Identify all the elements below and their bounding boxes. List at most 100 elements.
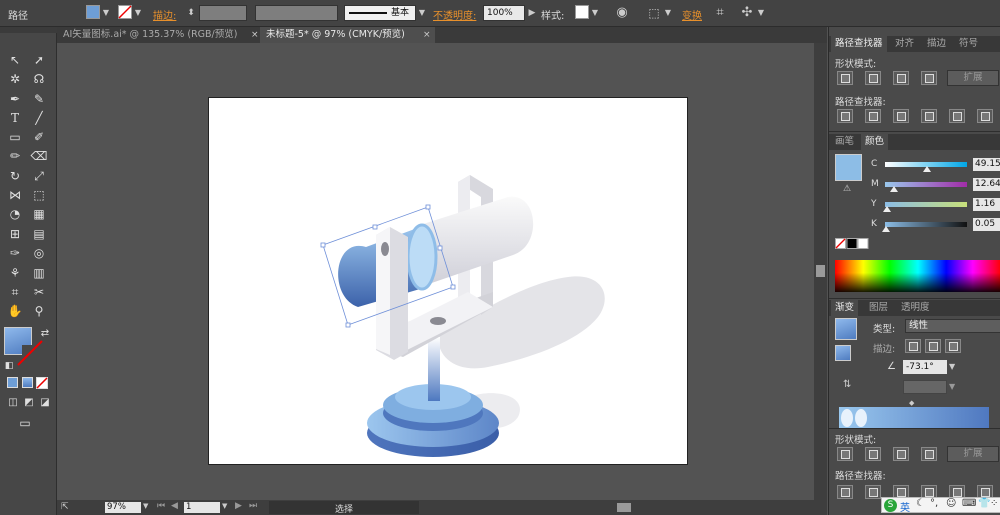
ime-emoji-icon[interactable]: ☺ bbox=[946, 498, 956, 509]
align-icon[interactable]: ⬚ bbox=[646, 5, 662, 21]
lower-expand-button[interactable]: 扩展 bbox=[947, 446, 999, 462]
opacity-arrow-icon[interactable]: ▶ bbox=[527, 5, 537, 21]
ime-language-label[interactable]: 英 bbox=[900, 499, 910, 514]
lower-intersect-button[interactable] bbox=[893, 447, 909, 461]
aspect-ratio-field[interactable] bbox=[903, 380, 947, 394]
zoom-dropdown-icon[interactable]: ▼ bbox=[143, 502, 148, 510]
trim-button[interactable] bbox=[865, 109, 881, 123]
stroke-style-field[interactable]: 基本 bbox=[344, 5, 416, 21]
stroke-link[interactable]: 描边: bbox=[153, 7, 176, 22]
mesh-tool-icon[interactable]: ⊞ bbox=[6, 225, 24, 243]
lower-divide-button[interactable] bbox=[837, 485, 853, 499]
lasso-tool-icon[interactable]: ☊ bbox=[30, 70, 48, 88]
lower-minus-front-button[interactable] bbox=[865, 447, 881, 461]
stroke-dropdown-icon[interactable]: ▼ bbox=[133, 5, 143, 21]
tab-color[interactable]: 颜色 bbox=[861, 134, 889, 150]
transform-link[interactable]: 变换 bbox=[682, 7, 702, 22]
magic-wand-tool-icon[interactable]: ✲ bbox=[6, 70, 24, 88]
direct-selection-tool-icon[interactable]: ➚ bbox=[30, 51, 48, 69]
lower-exclude-button[interactable] bbox=[921, 447, 937, 461]
line-tool-icon[interactable]: ╱ bbox=[30, 109, 48, 127]
pen-tool-icon[interactable]: ✒ bbox=[6, 90, 24, 108]
free-transform-tool-icon[interactable]: ⬚ bbox=[30, 186, 48, 204]
perspective-grid-tool-icon[interactable]: ▦ bbox=[30, 205, 48, 223]
pencil-tool-icon[interactable]: ✏ bbox=[6, 147, 24, 165]
shape-builder-tool-icon[interactable]: ◔ bbox=[6, 205, 24, 223]
black-value[interactable]: 0.05 bbox=[973, 218, 1000, 231]
ime-skin-icon[interactable]: 👕 bbox=[978, 498, 990, 509]
style-swatch[interactable] bbox=[575, 5, 589, 19]
ime-toolbar[interactable]: S 英 ☾ °, ☺ ⌨ 👕 ⁘ bbox=[881, 497, 1000, 514]
quick-swatches[interactable] bbox=[835, 238, 869, 250]
outline-button[interactable] bbox=[949, 109, 965, 123]
gradient-preview[interactable] bbox=[835, 318, 857, 340]
color-swatch[interactable] bbox=[835, 154, 862, 181]
prev-page-icon[interactable]: ◀ bbox=[171, 501, 178, 511]
yellow-value[interactable]: 1.16 bbox=[973, 198, 1000, 211]
crop-button[interactable] bbox=[921, 109, 937, 123]
stroke-weight-field[interactable] bbox=[199, 5, 247, 21]
ime-punctuation-icon[interactable]: °, bbox=[930, 498, 938, 509]
out-of-gamut-icon[interactable]: ⚠ bbox=[843, 184, 851, 194]
artboard-tool-icon[interactable]: ⌗ bbox=[6, 283, 24, 301]
close-icon[interactable]: × bbox=[423, 27, 431, 43]
gradient-type-select[interactable]: 线性 bbox=[905, 319, 1000, 333]
opacity-link[interactable]: 不透明度: bbox=[433, 7, 476, 22]
page-dropdown-icon[interactable]: ▼ bbox=[222, 502, 227, 510]
tab-ai-icons[interactable]: AI矢量图标.ai* @ 135.37% (RGB/预览) bbox=[57, 27, 257, 43]
tab-gradient[interactable]: 渐变 bbox=[831, 300, 859, 316]
exclude-button[interactable] bbox=[921, 71, 937, 85]
width-tool-icon[interactable]: ⋈ bbox=[6, 186, 24, 204]
tab-brushes[interactable]: 画笔 bbox=[831, 134, 858, 150]
vertical-scroll-thumb[interactable] bbox=[816, 265, 825, 277]
none-mode-icon[interactable] bbox=[36, 377, 48, 389]
curvature-tool-icon[interactable]: ✎ bbox=[30, 90, 48, 108]
blend-tool-icon[interactable]: ◎ bbox=[30, 244, 48, 262]
eyedropper-tool-icon[interactable]: ✑ bbox=[6, 244, 24, 262]
screen-mode-icon[interactable]: ▭ bbox=[16, 414, 34, 432]
reverse-gradient-icon[interactable]: ⇅ bbox=[843, 379, 851, 390]
arrange-icon[interactable]: ✣ bbox=[739, 5, 755, 21]
zoom-tool-icon[interactable]: ⚲ bbox=[30, 302, 48, 320]
stroke-weight-stepper-icon[interactable]: ⬍ bbox=[183, 5, 199, 21]
stroke-style-dropdown-icon[interactable]: ▼ bbox=[417, 5, 427, 21]
horizontal-scroll-thumb[interactable] bbox=[617, 503, 631, 512]
close-icon[interactable]: × bbox=[251, 27, 259, 43]
tab-pathfinder[interactable]: 路径查找器 bbox=[831, 36, 887, 52]
symbol-sprayer-tool-icon[interactable]: ⚘ bbox=[6, 264, 24, 282]
tab-align[interactable]: 对齐 bbox=[891, 36, 918, 52]
intersect-button[interactable] bbox=[893, 71, 909, 85]
status-arrange-icon[interactable]: ⇱ bbox=[61, 502, 69, 512]
aspect-dropdown-icon[interactable]: ▼ bbox=[949, 382, 955, 391]
minus-front-button[interactable] bbox=[865, 71, 881, 85]
hand-tool-icon[interactable]: ✋ bbox=[6, 302, 24, 320]
ime-logo-icon[interactable]: S bbox=[884, 499, 897, 512]
unite-button[interactable] bbox=[837, 71, 853, 85]
ime-moon-icon[interactable]: ☾ bbox=[916, 498, 925, 509]
angle-dropdown-icon[interactable]: ▼ bbox=[949, 362, 955, 371]
next-page-icon[interactable]: ▶ bbox=[235, 501, 242, 511]
zoom-field[interactable]: 97% bbox=[105, 502, 141, 513]
rectangle-tool-icon[interactable]: ▭ bbox=[6, 128, 24, 146]
fill-dropdown-icon[interactable]: ▼ bbox=[101, 5, 111, 21]
default-colors-icon[interactable]: ◧ bbox=[0, 357, 18, 375]
first-page-icon[interactable]: ⏮ bbox=[157, 501, 165, 511]
arrange-dropdown-icon[interactable]: ▼ bbox=[756, 5, 766, 21]
gradient-tool-icon[interactable]: ▤ bbox=[30, 225, 48, 243]
lower-unite-button[interactable] bbox=[837, 447, 853, 461]
telescope-artwork[interactable] bbox=[208, 97, 688, 465]
opacity-input[interactable]: 100% bbox=[483, 5, 525, 21]
swap-fill-stroke-icon[interactable]: ⇄ bbox=[36, 325, 54, 343]
magenta-value[interactable]: 12.64 bbox=[973, 178, 1000, 191]
paintbrush-tool-icon[interactable]: ✐ bbox=[30, 128, 48, 146]
expand-button[interactable]: 扩展 bbox=[947, 70, 999, 86]
gradient-slider[interactable] bbox=[839, 407, 989, 429]
stroke-within-button[interactable] bbox=[905, 339, 921, 353]
tab-untitled-5[interactable]: 未标题-5* @ 97% (CMYK/预览) bbox=[260, 27, 435, 43]
tab-stroke[interactable]: 描边 bbox=[923, 36, 950, 52]
gradient-stroke-preview[interactable] bbox=[835, 345, 851, 361]
recolor-icon[interactable]: ◉ bbox=[614, 5, 630, 21]
variable-width-field[interactable] bbox=[255, 5, 338, 21]
color-spectrum[interactable] bbox=[835, 260, 1000, 292]
divide-button[interactable] bbox=[837, 109, 853, 123]
